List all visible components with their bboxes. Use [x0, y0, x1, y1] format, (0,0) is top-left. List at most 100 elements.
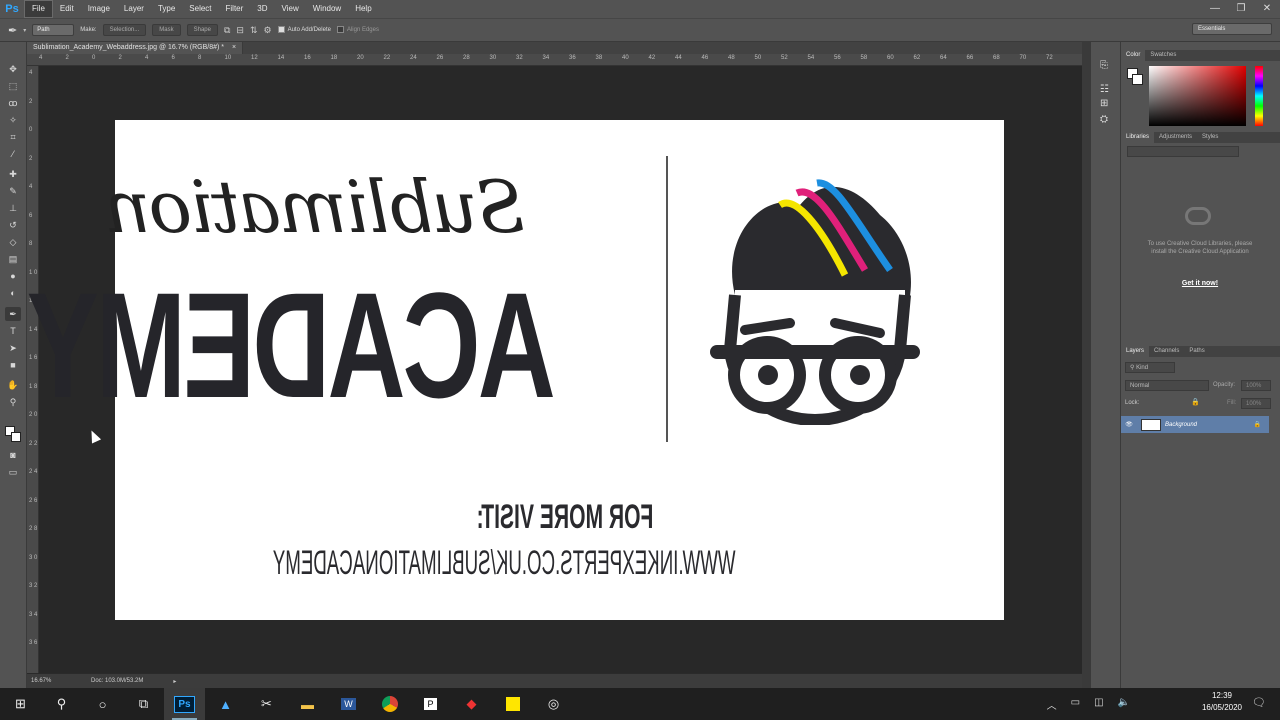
menu-layer[interactable]: Layer — [117, 0, 151, 18]
canvas-scrollbar[interactable] — [1082, 42, 1090, 688]
pen-tool-icon[interactable]: ✒ — [8, 24, 17, 37]
mask-button[interactable]: Mask — [152, 24, 181, 36]
tab-swatches[interactable]: Swatches — [1145, 50, 1181, 61]
background-swatch-panel[interactable] — [1132, 74, 1143, 85]
screen-mode-icon[interactable]: ▭ — [5, 465, 21, 479]
obs-taskbar-icon[interactable]: ◎ — [533, 688, 574, 720]
tool-presets-panel-icon[interactable]: ⛭ — [1100, 114, 1108, 125]
shape-button[interactable]: Shape — [186, 24, 218, 36]
fill-input[interactable]: 100% — [1241, 398, 1271, 409]
sticky-notes-taskbar-icon[interactable] — [492, 688, 533, 720]
tab-layers[interactable]: Layers — [1121, 346, 1150, 357]
document-canvas[interactable]: Sublimation ACADEMY FOR MORE VISIT: WWW.… — [30, 120, 1004, 620]
battery-icon[interactable]: ▭ — [1071, 697, 1080, 712]
selection-button[interactable]: Selection... — [102, 24, 147, 36]
hue-slider[interactable] — [1255, 66, 1263, 126]
gear-icon[interactable]: ⚙ — [264, 25, 272, 36]
minimize-button[interactable]: — — [1202, 0, 1228, 18]
path-operations-icon[interactable]: ⧉ — [224, 25, 230, 36]
show-hidden-icons-icon[interactable]: ︿ — [1047, 697, 1057, 712]
menu-select[interactable]: Select — [182, 0, 218, 18]
menu-file[interactable]: File — [24, 0, 53, 18]
snipping-tool-taskbar-icon[interactable]: ✂ — [246, 688, 287, 720]
menu-type[interactable]: Type — [151, 0, 182, 18]
path-arrangement-icon[interactable]: ⇅ — [250, 25, 258, 36]
layer-kind-filter[interactable]: ⚲ Kind — [1125, 362, 1175, 373]
properties-panel-icon[interactable]: ☷ — [1100, 84, 1109, 95]
dodge-tool-icon[interactable]: ◐ — [5, 286, 21, 300]
color-picker-field[interactable] — [1149, 66, 1246, 126]
marquee-tool-icon[interactable]: ⬚ — [5, 79, 21, 93]
document-tab[interactable]: Sublimation_Academy_Webaddress.jpg @ 16.… — [27, 42, 244, 54]
photoshop-taskbar-icon[interactable]: Ps — [164, 688, 205, 720]
brush-tool-icon[interactable]: ✎ — [5, 184, 21, 198]
file-explorer-taskbar-icon[interactable]: ▬ — [287, 688, 328, 720]
search-icon[interactable]: ⚲ — [41, 688, 82, 720]
layer-row-background[interactable]: 👁 Background 🔒 — [1121, 416, 1269, 433]
menu-edit[interactable]: Edit — [53, 0, 81, 18]
tab-libraries[interactable]: Libraries — [1121, 132, 1155, 143]
opacity-input[interactable]: 100% — [1241, 380, 1271, 391]
tab-channels[interactable]: Channels — [1149, 346, 1184, 357]
eraser-tool-icon[interactable]: ◇ — [5, 235, 21, 249]
hand-tool-icon[interactable]: ✋ — [5, 378, 21, 392]
menu-view[interactable]: View — [275, 0, 306, 18]
menu-3d[interactable]: 3D — [250, 0, 274, 18]
history-brush-tool-icon[interactable]: ↺ — [5, 218, 21, 232]
crop-tool-icon[interactable]: ⌗ — [5, 130, 21, 144]
cortana-icon[interactable]: ○ — [82, 688, 123, 720]
task-view-icon[interactable]: ⧉ — [123, 688, 164, 720]
close-window-button[interactable]: ✕ — [1254, 0, 1280, 18]
chrome-taskbar-icon[interactable] — [369, 688, 410, 720]
path-selection-tool-icon[interactable]: ➤ — [5, 341, 21, 355]
lock-icon[interactable]: 🔒 — [1191, 398, 1200, 406]
tab-color[interactable]: Color — [1121, 50, 1146, 61]
close-tab-icon[interactable]: × — [232, 44, 236, 51]
layer-name[interactable]: Background — [1165, 422, 1254, 428]
tab-paths[interactable]: Paths — [1184, 346, 1209, 357]
affinity-designer-taskbar-icon[interactable]: ▲ — [205, 688, 246, 720]
eyedropper-tool-icon[interactable]: ⁄ — [5, 147, 21, 161]
menu-image[interactable]: Image — [81, 0, 117, 18]
eye-icon[interactable]: 👁 — [1121, 421, 1137, 428]
library-select[interactable] — [1127, 146, 1239, 157]
doc-size-info[interactable]: Doc: 103.0M/53.2M — [91, 678, 143, 684]
menu-help[interactable]: Help — [348, 0, 378, 18]
taskbar-clock[interactable]: 12:39 16/05/2020 — [1202, 690, 1242, 714]
history-panel-icon[interactable]: ⎘ — [1100, 60, 1108, 71]
quick-mask-icon[interactable]: ◙ — [5, 448, 21, 462]
magic-wand-tool-icon[interactable]: ✧ — [5, 113, 21, 127]
menu-filter[interactable]: Filter — [219, 0, 251, 18]
network-icon[interactable]: ◫ — [1094, 697, 1103, 712]
clone-stamp-tool-icon[interactable]: ⊥ — [5, 201, 21, 215]
align-edges-checkbox[interactable]: Align Edges — [336, 26, 379, 34]
workspace-select[interactable]: Essentials — [1192, 23, 1272, 35]
notifications-icon[interactable]: 🗨 — [1252, 696, 1266, 709]
rectangle-tool-icon[interactable]: ■ — [5, 358, 21, 372]
menu-window[interactable]: Window — [306, 0, 348, 18]
path-alignment-icon[interactable]: ⊟ — [236, 25, 244, 36]
move-tool-icon[interactable]: ✥ — [5, 62, 21, 76]
windows-start-icon[interactable]: ⊞ — [0, 688, 41, 720]
app-taskbar-icon[interactable]: P — [410, 688, 451, 720]
tab-styles[interactable]: Styles — [1197, 132, 1223, 143]
volume-icon[interactable]: 🔈 — [1118, 697, 1130, 712]
tool-mode-select[interactable]: Path — [32, 24, 75, 36]
blend-mode-select[interactable]: Normal — [1125, 380, 1209, 391]
gradient-tool-icon[interactable]: ▤ — [5, 252, 21, 266]
healing-brush-tool-icon[interactable]: ✚ — [5, 167, 21, 181]
zoom-level[interactable]: 16.67% — [31, 678, 71, 684]
blur-tool-icon[interactable]: ● — [5, 269, 21, 283]
ruler-horizontal[interactable]: 4 2 0 2 4 6 8 10 12 14 16 18 20 22 24 26 28 30 32 34 36 38 40 4… — [27, 54, 1082, 66]
lasso-tool-icon[interactable]: ꝏ — [5, 96, 21, 110]
background-color-swatch[interactable] — [11, 432, 21, 442]
type-tool-icon[interactable]: T — [5, 324, 21, 338]
pen-tool-icon[interactable]: ✒ — [5, 307, 21, 321]
3d-app-taskbar-icon[interactable]: ◆ — [451, 688, 492, 720]
restore-button[interactable]: ❐ — [1228, 0, 1254, 18]
status-menu-arrow-icon[interactable]: ▸ — [173, 678, 176, 685]
auto-add-delete-checkbox[interactable]: Auto Add/Delete — [277, 26, 331, 34]
get-it-now-link[interactable]: Get it now! — [1140, 280, 1260, 287]
word-taskbar-icon[interactable]: W — [328, 688, 369, 720]
actions-panel-icon[interactable]: ⊞ — [1100, 98, 1108, 109]
